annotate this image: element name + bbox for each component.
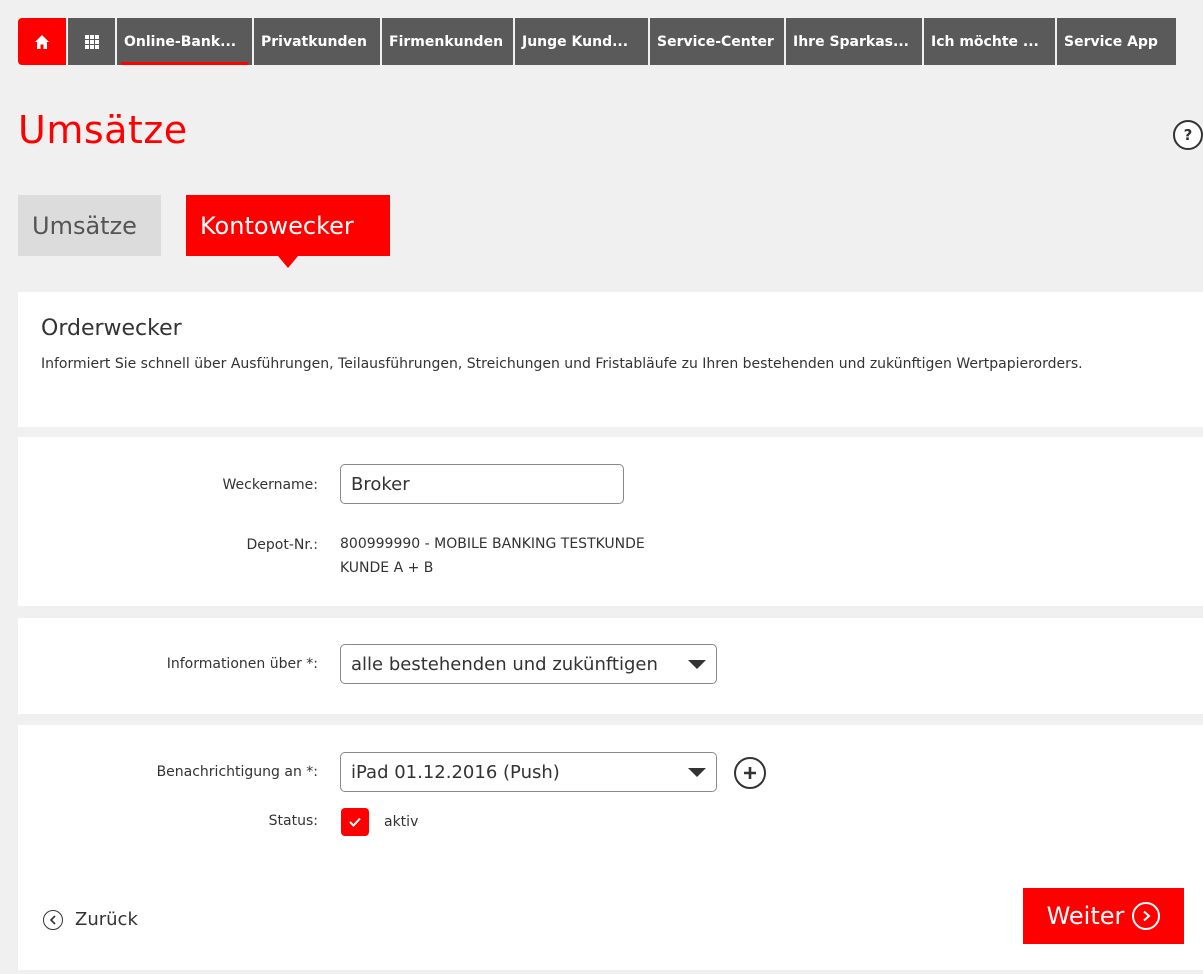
nav-item-firmenkunden[interactable]: Firmenkunden [380, 18, 513, 65]
information-label: Informationen über *: [166, 656, 318, 672]
plus-icon [744, 767, 756, 779]
top-navigation: Online-Bank... Privatkunden Firmenkunden… [18, 18, 1203, 65]
tab-umsaetze[interactable]: Umsätze [18, 195, 161, 256]
information-panel: Informationen über *: alle bestehenden u… [18, 618, 1203, 714]
apps-grid-icon [84, 34, 99, 49]
depot-label: Depot-Nr.: [246, 537, 319, 553]
orderwecker-info-panel: Orderwecker Informiert Sie schnell über … [18, 292, 1203, 427]
notification-select[interactable]: iPad 01.12.2016 (Push) [340, 752, 717, 792]
active-tab-indicator [278, 256, 298, 268]
depot-value: 800999990 - MOBILE BANKING TESTKUNDE KUN… [340, 536, 645, 576]
section-title: Orderwecker [41, 316, 182, 341]
apps-grid-button[interactable] [66, 18, 115, 65]
wecker-details-panel: Weckername: Broker Depot-Nr.: 800999990 … [18, 437, 1203, 606]
weckername-label: Weckername: [222, 477, 318, 493]
status-checkbox[interactable] [341, 808, 369, 836]
notification-label: Benachrichtigung an *: [156, 764, 318, 780]
back-button[interactable]: Zurück [43, 909, 138, 930]
page-title: Umsätze [18, 108, 188, 152]
chevron-down-icon [688, 660, 706, 669]
chevron-down-icon [688, 768, 706, 777]
status-label: Status: [268, 813, 318, 829]
nav-item-ihre-sparkasse[interactable]: Ihre Sparkas... [784, 18, 922, 65]
home-button[interactable] [18, 18, 66, 65]
nav-item-ich-moechte[interactable]: Ich möchte ... [922, 18, 1055, 65]
information-select[interactable]: alle bestehenden und zukünftigen [340, 644, 717, 684]
add-notification-button[interactable] [734, 757, 766, 789]
nav-item-online-banking[interactable]: Online-Bank... [115, 18, 252, 65]
chevron-right-icon [1132, 902, 1161, 930]
chevron-left-icon [43, 909, 63, 930]
nav-item-junge-kunden[interactable]: Junge Kund... [513, 18, 648, 65]
home-icon [35, 34, 49, 49]
notification-panel: Benachrichtigung an *: iPad 01.12.2016 (… [18, 725, 1203, 970]
checkmark-icon [349, 817, 361, 827]
tab-kontowecker[interactable]: Kontowecker [186, 195, 390, 256]
nav-item-service-center[interactable]: Service-Center [648, 18, 784, 65]
weckername-input[interactable]: Broker [340, 464, 624, 504]
next-button[interactable]: Weiter [1023, 888, 1184, 944]
nav-item-privatkunden[interactable]: Privatkunden [252, 18, 380, 65]
help-icon[interactable]: ? [1173, 120, 1203, 150]
nav-item-service-app[interactable]: Service App [1055, 18, 1176, 65]
section-description: Informiert Sie schnell über Ausführungen… [41, 356, 1083, 372]
status-value: aktiv [384, 814, 419, 830]
